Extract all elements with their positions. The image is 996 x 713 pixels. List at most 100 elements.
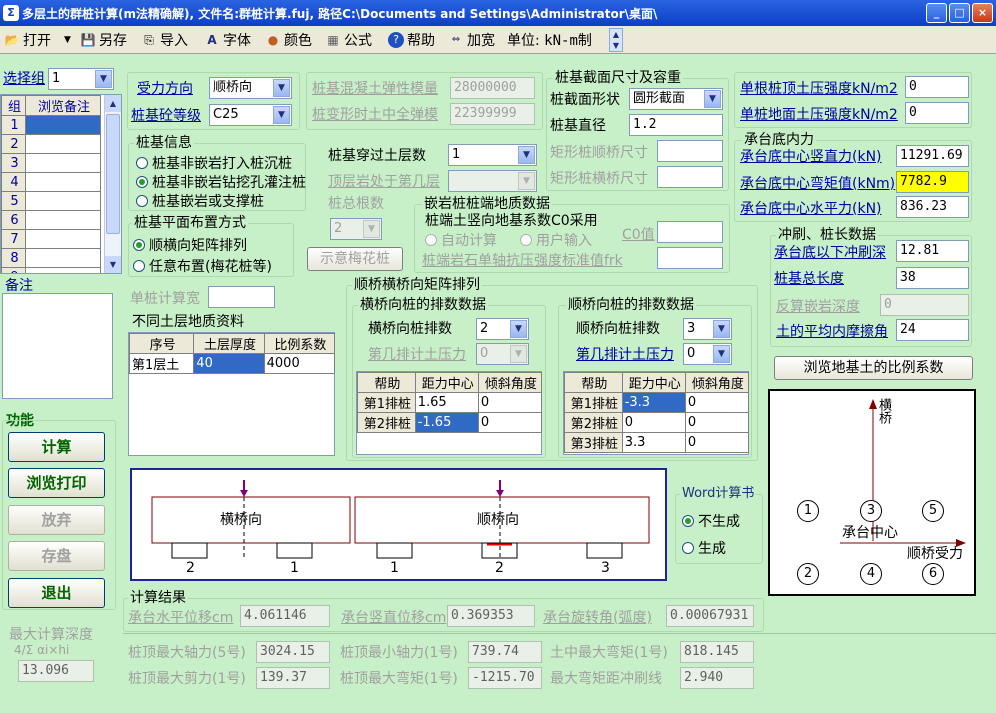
save-as-button[interactable]: 💾 另存 (80, 30, 127, 50)
group-row-note[interactable] (25, 248, 101, 268)
table-cell[interactable]: 3.3 (621, 432, 686, 453)
close-button[interactable]: × (972, 3, 993, 23)
maximize-button[interactable]: □ (949, 3, 970, 23)
discard-button[interactable]: 放弃 (8, 505, 105, 535)
help-button[interactable]: ? 帮助 (388, 30, 435, 50)
app-icon[interactable]: Σ (3, 5, 19, 21)
concrete-grade-select[interactable]: C25 ▼ (209, 104, 292, 126)
table-cell[interactable]: 1.65 (414, 392, 479, 413)
table-cell[interactable]: -3.3 (621, 392, 686, 413)
group-select[interactable]: 1 ▼ (48, 68, 114, 90)
rock-depth-field[interactable]: 0 (880, 294, 969, 316)
friction-angle-field[interactable]: 24 (896, 319, 969, 341)
layout-option-free[interactable]: 任意布置(梅花桩等) (133, 256, 272, 276)
table-cell[interactable]: 0 (684, 412, 750, 433)
pile-length-field[interactable]: 38 (896, 267, 969, 289)
group-row[interactable]: 9 (1, 267, 101, 273)
c0-auto-radio[interactable]: 自动计算 (425, 230, 497, 250)
exit-button[interactable]: 退出 (8, 578, 105, 608)
pile-info-option-1[interactable]: 桩基非嵌岩钻挖孔灌注桩 (136, 172, 306, 192)
table-row[interactable]: 第2排桩 0 0 (564, 412, 750, 433)
deform-modulus-field[interactable]: 22399999 (450, 103, 535, 125)
moment-field[interactable]: 7782.9 (896, 171, 969, 193)
frk-field[interactable] (657, 247, 723, 269)
max-shear-field[interactable]: 139.37 (256, 667, 330, 689)
table-cell[interactable]: 40 (193, 353, 265, 374)
minimize-button[interactable]: _ (926, 3, 947, 23)
group-list-scrollbar[interactable]: ▲ ▼ (104, 95, 121, 273)
table-cell[interactable]: 0 (477, 412, 543, 433)
through-layers-select[interactable]: 1 ▼ (448, 144, 537, 166)
group-row-note[interactable] (25, 191, 101, 211)
color-button[interactable]: ● 颜色 (265, 30, 312, 50)
max-depth-field[interactable]: 13.096 (18, 660, 94, 682)
calculate-button[interactable]: 计算 (8, 432, 105, 462)
browse-soil-ratio-button[interactable]: 浏览地基土的比例系数 (774, 356, 973, 380)
total-piles-select[interactable]: 2 ▼ (330, 218, 382, 240)
table-cell[interactable]: 0 (684, 432, 750, 453)
ground-strength-field[interactable]: 0 (905, 102, 969, 124)
vertical-force-field[interactable]: 11291.69 (896, 145, 969, 167)
rect-trans-field[interactable] (657, 166, 723, 188)
force-direction-select[interactable]: 顺桥向 ▼ (209, 77, 292, 99)
table-row[interactable]: 第1层土 40 4000 (128, 353, 336, 374)
long-nth-select[interactable]: 0 ▼ (683, 343, 732, 365)
trans-count-select[interactable]: 2 ▼ (476, 318, 529, 340)
rotation-field[interactable]: 0.00067931 (666, 605, 754, 627)
scroll-up-icon[interactable]: ▲ (105, 95, 121, 112)
table-row[interactable]: 第3排桩 3.3 0 (564, 432, 750, 453)
group-row-note[interactable] (25, 153, 101, 173)
group-row[interactable]: 5 (1, 191, 101, 211)
table-cell[interactable]: 4000 (263, 353, 336, 374)
moment-dist-field[interactable]: 2.940 (680, 667, 754, 689)
open-dropdown-button[interactable]: ▼ (64, 30, 71, 50)
group-row[interactable]: 7 (1, 229, 101, 249)
import-button[interactable]: ⎘ 导入 (141, 30, 188, 50)
word-calc-no-radio[interactable]: 不生成 (682, 511, 740, 531)
table-cell[interactable]: 0 (621, 412, 686, 433)
trans-rows-table-container[interactable]: 帮助 距力中心 倾斜角度 第1排桩 1.65 0 第2排桩 -1.65 0 (356, 371, 543, 455)
group-row[interactable]: 4 (1, 172, 101, 192)
group-row-note[interactable] (25, 210, 101, 230)
c0-user-radio[interactable]: 用户输入 (520, 230, 592, 250)
trans-nth-select[interactable]: 0 ▼ (476, 343, 529, 365)
long-count-select[interactable]: 3 ▼ (683, 318, 732, 340)
group-row[interactable]: 8 (1, 248, 101, 268)
max-axial-field[interactable]: 3024.15 (256, 641, 330, 663)
elastic-modulus-field[interactable]: 28000000 (450, 77, 535, 99)
group-row-note[interactable] (25, 229, 101, 249)
unit-spinner[interactable]: ▲ ▼ (609, 28, 623, 52)
diameter-field[interactable]: 1.2 (629, 114, 723, 136)
font-button[interactable]: A 字体 (204, 30, 251, 50)
formula-button[interactable]: ▦ 公式 (325, 30, 372, 50)
save-disk-button[interactable]: 存盘 (8, 541, 105, 571)
c0-value-field[interactable] (657, 221, 723, 243)
group-row-note[interactable] (25, 172, 101, 192)
horizontal-force-field[interactable]: 836.23 (896, 196, 969, 218)
table-cell[interactable]: -1.65 (414, 412, 479, 433)
scroll-down-icon[interactable]: ▼ (105, 256, 121, 273)
long-rows-table-container[interactable]: 帮助 距力中心 倾斜角度 第1排桩 -3.3 0 第2排桩 0 0 第3排桩 3.3 0 (563, 371, 750, 455)
group-row[interactable]: 6 (1, 210, 101, 230)
table-row[interactable]: 第1排桩 1.65 0 (357, 392, 543, 413)
pile-info-option-0[interactable]: 桩基非嵌岩打入桩沉桩 (136, 153, 292, 173)
scroll-thumb[interactable] (106, 114, 120, 234)
section-shape-select[interactable]: 圆形截面 ▼ (629, 88, 723, 110)
top-rock-select[interactable]: ▼ (448, 170, 537, 192)
plum-pile-button[interactable]: 示意梅花桩 (307, 247, 403, 271)
open-button[interactable]: 📂 打开 (4, 30, 51, 50)
table-row[interactable]: 第2排桩 -1.65 0 (357, 412, 543, 433)
top-strength-field[interactable]: 0 (905, 76, 969, 98)
widen-button[interactable]: ⇔ 加宽 (448, 30, 495, 50)
h-disp-field[interactable]: 4.061146 (240, 605, 330, 627)
remarks-textarea[interactable] (2, 293, 113, 399)
word-calc-yes-radio[interactable]: 生成 (682, 538, 726, 558)
group-row[interactable]: 3 (1, 153, 101, 173)
group-row-note[interactable] (25, 267, 101, 273)
group-list[interactable]: 组浏览备注 123456789 ▲ ▼ (0, 94, 122, 274)
table-cell[interactable]: 0 (477, 392, 543, 413)
scour-depth-field[interactable]: 12.81 (896, 240, 969, 262)
pile-info-option-2[interactable]: 桩基嵌岩或支撑桩 (136, 191, 264, 211)
table-cell[interactable]: 0 (684, 392, 750, 413)
soil-table-container[interactable]: 序号 土层厚度 比例系数 第1层土 40 4000 (128, 332, 336, 456)
